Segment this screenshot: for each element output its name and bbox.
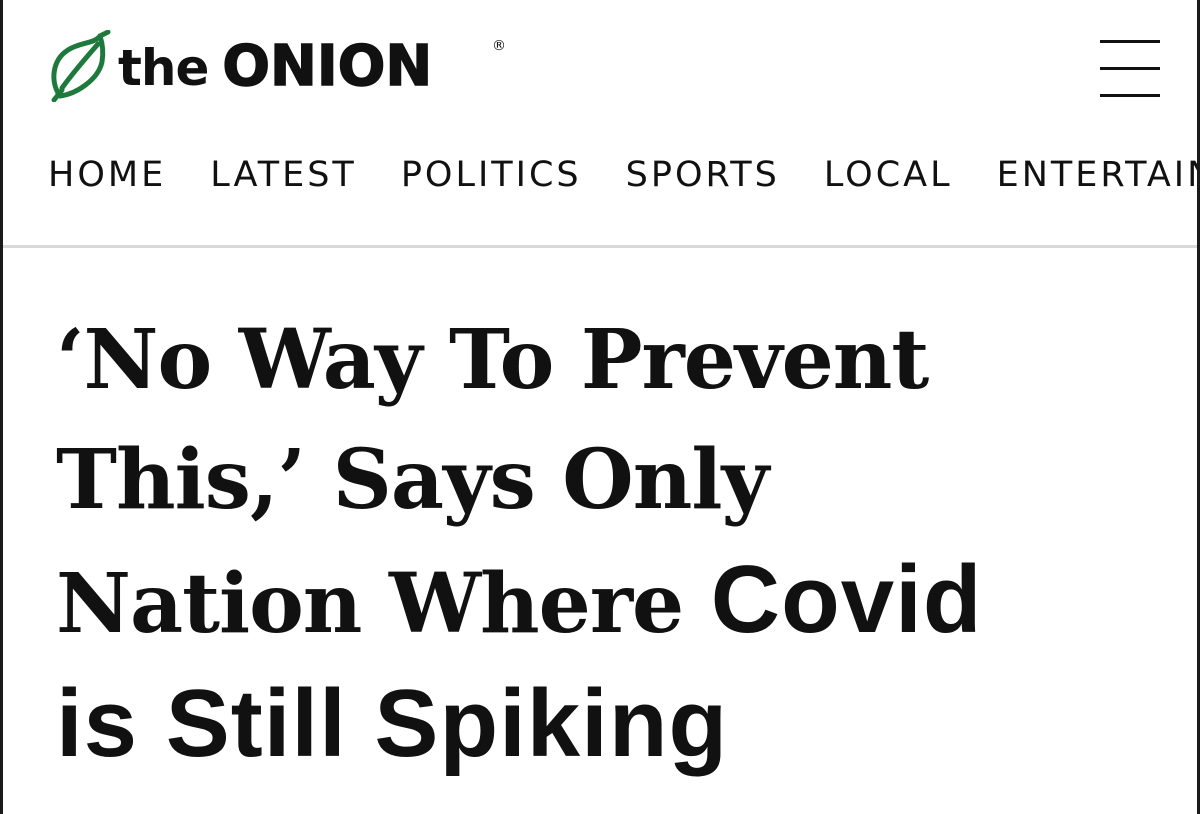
- nav-item-home[interactable]: HOME: [48, 150, 166, 200]
- logo-the-text: the: [118, 38, 209, 97]
- menu-bar-top: [1100, 40, 1160, 43]
- nav-item-sports[interactable]: SPORTS: [626, 150, 780, 200]
- menu-bar-middle: [1100, 67, 1160, 70]
- nav-item-entertainment[interactable]: ENTERTAINMENT: [997, 150, 1200, 200]
- headline-line-3-sans: Covid: [710, 546, 983, 653]
- logo-onion-text: ONION: [222, 33, 433, 100]
- onion-icon: [51, 30, 111, 102]
- site-logo[interactable]: the ONION ®: [46, 26, 506, 106]
- headline-line-2: This,’ Says Only: [56, 432, 769, 528]
- main-nav: HOME LATEST POLITICS SPORTS LOCAL ENTERTAINME…: [48, 150, 1200, 200]
- hamburger-menu-icon[interactable]: [1100, 40, 1160, 98]
- site-header: the ONION ® HOME LATEST POLITICS SPORTS LOCA…: [0, 0, 1200, 248]
- nav-item-politics[interactable]: POLITICS: [401, 150, 582, 200]
- logo-wordmark: the ONION: [118, 33, 433, 100]
- headline-line-3: Nation Where Covid: [56, 540, 1166, 664]
- registered-mark: ®: [492, 38, 506, 54]
- headline-line-1: ‘No Way To Prevent: [56, 312, 929, 408]
- nav-item-latest[interactable]: LATEST: [210, 150, 357, 200]
- menu-bar-bottom: [1100, 94, 1160, 97]
- headline-line-4: is Still Spiking: [56, 670, 729, 777]
- article-headline: ‘No Way To Prevent This,’ Says Only Nati…: [56, 300, 1166, 784]
- nav-item-local[interactable]: LOCAL: [824, 150, 953, 200]
- headline-line-3-serif: Nation Where: [56, 556, 711, 652]
